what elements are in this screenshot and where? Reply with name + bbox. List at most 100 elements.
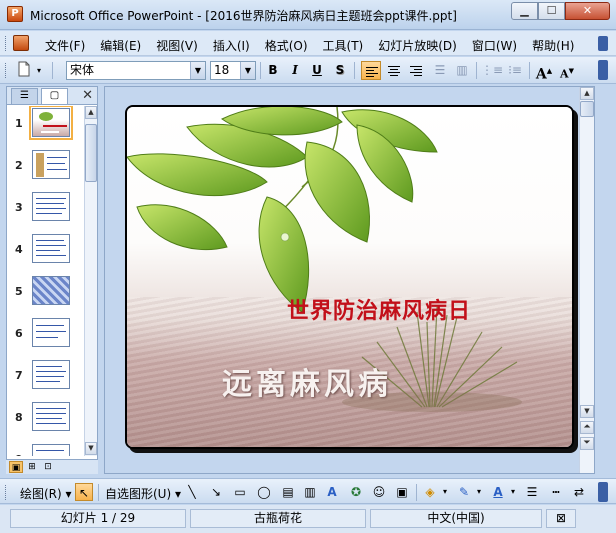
increase-font-size-button[interactable]: A▲ <box>534 61 554 83</box>
slide-thumbnail[interactable] <box>29 106 73 140</box>
column-text-icon[interactable]: ▥ <box>452 61 472 80</box>
font-size-combo[interactable]: 18 ▼ <box>210 61 256 80</box>
tab-outline[interactable]: ☰ <box>11 88 38 104</box>
list-item[interactable]: 4 <box>7 232 83 274</box>
new-document-icon[interactable] <box>14 61 34 80</box>
menu-window[interactable]: 窗口(W) <box>472 37 517 54</box>
slide-thumbnail[interactable] <box>32 360 70 389</box>
slide-thumbnail[interactable] <box>32 192 70 221</box>
slide-thumbnail[interactable] <box>32 444 70 456</box>
slide-title-white[interactable]: 远离麻风病 <box>222 359 392 403</box>
menu-slideshow[interactable]: 幻灯片放映(D) <box>378 37 457 54</box>
menu-edit[interactable]: 编辑(E) <box>100 37 141 54</box>
font-name-dropdown-icon[interactable]: ▼ <box>190 62 205 79</box>
slide-thumbnail[interactable] <box>32 234 70 263</box>
document-icon[interactable] <box>13 35 29 51</box>
scroll-up-icon[interactable]: ▲ <box>580 87 594 100</box>
underline-button[interactable]: U <box>307 61 327 80</box>
rectangle-tool-icon[interactable]: ▭ <box>231 483 249 501</box>
slide-thumbnail[interactable] <box>32 402 70 431</box>
menu-file[interactable]: 文件(F) <box>45 37 85 54</box>
normal-view-icon[interactable]: ▣ <box>9 461 23 473</box>
drawbar-grip-handle[interactable] <box>5 485 8 500</box>
menu-tools[interactable]: 工具(T) <box>323 37 364 54</box>
list-item[interactable]: 9 <box>7 442 83 456</box>
arrow-style-icon[interactable]: ⇄ <box>570 483 588 501</box>
line-color-icon[interactable]: ✎ <box>455 483 473 501</box>
align-left-button[interactable] <box>361 61 381 80</box>
font-name-combo[interactable]: 宋体 ▼ <box>66 61 206 80</box>
line-style-icon[interactable]: ☰ <box>523 483 541 501</box>
align-right-button[interactable] <box>406 61 426 80</box>
current-slide[interactable]: 世界防治麻风病日 远离麻风病 <box>125 105 574 449</box>
menu-format[interactable]: 格式(O) <box>265 37 308 54</box>
line-color-dropdown-icon[interactable]: ▾ <box>474 483 484 501</box>
scroll-down-icon[interactable]: ▼ <box>85 442 97 455</box>
numbered-list-icon[interactable]: ⋮≡ <box>481 61 503 80</box>
slide-thumbnail[interactable] <box>32 150 70 179</box>
distribute-text-icon[interactable]: ☰ <box>430 61 450 80</box>
list-item[interactable]: 8 <box>7 400 83 442</box>
bold-button[interactable]: B <box>263 61 283 80</box>
list-item[interactable]: 6 <box>7 316 83 358</box>
minimize-button[interactable]: ▁ <box>511 2 538 20</box>
toolbar-chevron-icon[interactable] <box>598 60 608 80</box>
close-pane-icon[interactable]: ✕ <box>82 88 93 103</box>
arrow-tool-icon[interactable]: ↘ <box>207 483 225 501</box>
powerpoint-app-icon[interactable]: P <box>7 6 23 22</box>
scroll-up-icon[interactable]: ▲ <box>85 106 97 119</box>
bullet-list-icon[interactable]: ⁝≡ <box>505 61 525 80</box>
toolbar-grip-handle[interactable] <box>5 63 8 78</box>
select-pointer-icon[interactable]: ↖ <box>75 483 93 501</box>
close-button[interactable]: ✕ <box>565 2 610 20</box>
slide-thumbnail[interactable] <box>32 276 70 305</box>
scrollbar-thumb[interactable] <box>85 124 97 182</box>
textbox-tool-icon[interactable]: ▤ <box>279 483 297 501</box>
insert-picture-icon[interactable]: ▣ <box>393 483 411 501</box>
list-item[interactable]: 2 <box>7 148 83 190</box>
spelling-check-icon[interactable]: ⊠ <box>546 509 576 528</box>
list-item[interactable]: 7 <box>7 358 83 400</box>
font-size-dropdown-icon[interactable]: ▼ <box>240 62 255 79</box>
diagram-icon[interactable]: ✪ <box>347 483 365 501</box>
list-item[interactable]: 3 <box>7 190 83 232</box>
slide-thumbnail[interactable] <box>32 318 70 347</box>
wordart-icon[interactable]: A <box>323 483 341 501</box>
shadow-button[interactable]: S <box>330 61 350 80</box>
oval-tool-icon[interactable]: ◯ <box>255 483 273 501</box>
font-color-dropdown-icon[interactable]: ▾ <box>508 483 518 501</box>
drawbar-chevron-icon[interactable] <box>598 482 608 502</box>
scrollbar-thumb[interactable] <box>580 101 594 117</box>
autoshapes-menu-button[interactable]: 自选图形(U) ▾ <box>105 485 181 502</box>
menu-help[interactable]: 帮助(H) <box>532 37 574 54</box>
design-template-status[interactable]: 古瓶荷花 <box>190 509 366 528</box>
next-slide-icon[interactable]: ⏷ <box>580 437 594 450</box>
line-tool-icon[interactable]: ╲ <box>183 483 201 501</box>
vertical-textbox-icon[interactable]: ▥ <box>301 483 319 501</box>
slide-title-red[interactable]: 世界防治麻风病日 <box>287 293 471 325</box>
fill-color-icon[interactable]: ◈ <box>421 483 439 501</box>
slides-pane-scrollbar[interactable]: ▲ ▼ <box>84 106 97 456</box>
align-center-button[interactable] <box>384 61 404 80</box>
menu-view[interactable]: 视图(V) <box>156 37 198 54</box>
list-item[interactable]: 5 <box>7 274 83 316</box>
list-item[interactable]: 1 <box>7 106 83 148</box>
main-vertical-scrollbar[interactable]: ▲ ▼ ⏶ ⏷ <box>579 87 594 473</box>
italic-button[interactable]: I <box>285 61 305 80</box>
clipart-icon[interactable]: ☺ <box>370 483 388 501</box>
menu-insert[interactable]: 插入(I) <box>213 37 250 54</box>
font-color-icon[interactable]: A <box>489 483 507 501</box>
menu-options-chevron-icon[interactable] <box>598 36 608 51</box>
draw-menu-button[interactable]: 绘图(R) ▾ <box>20 485 72 502</box>
menu-grip-handle[interactable] <box>5 36 8 51</box>
fill-color-dropdown-icon[interactable]: ▾ <box>440 483 450 501</box>
dash-style-icon[interactable]: ┅ <box>547 483 565 501</box>
previous-slide-icon[interactable]: ⏶ <box>580 421 594 434</box>
maximize-button[interactable]: ☐ <box>538 2 565 20</box>
tab-slides[interactable]: ▢ <box>41 88 68 104</box>
scroll-down-icon[interactable]: ▼ <box>580 405 594 418</box>
slideshow-view-icon[interactable]: ⊡ <box>41 461 55 473</box>
toolbar-options-chevron-icon[interactable]: ▾ <box>34 61 44 80</box>
slide-sorter-view-icon[interactable]: ⊞ <box>25 461 39 473</box>
decrease-font-size-button[interactable]: A▼ <box>557 61 577 81</box>
